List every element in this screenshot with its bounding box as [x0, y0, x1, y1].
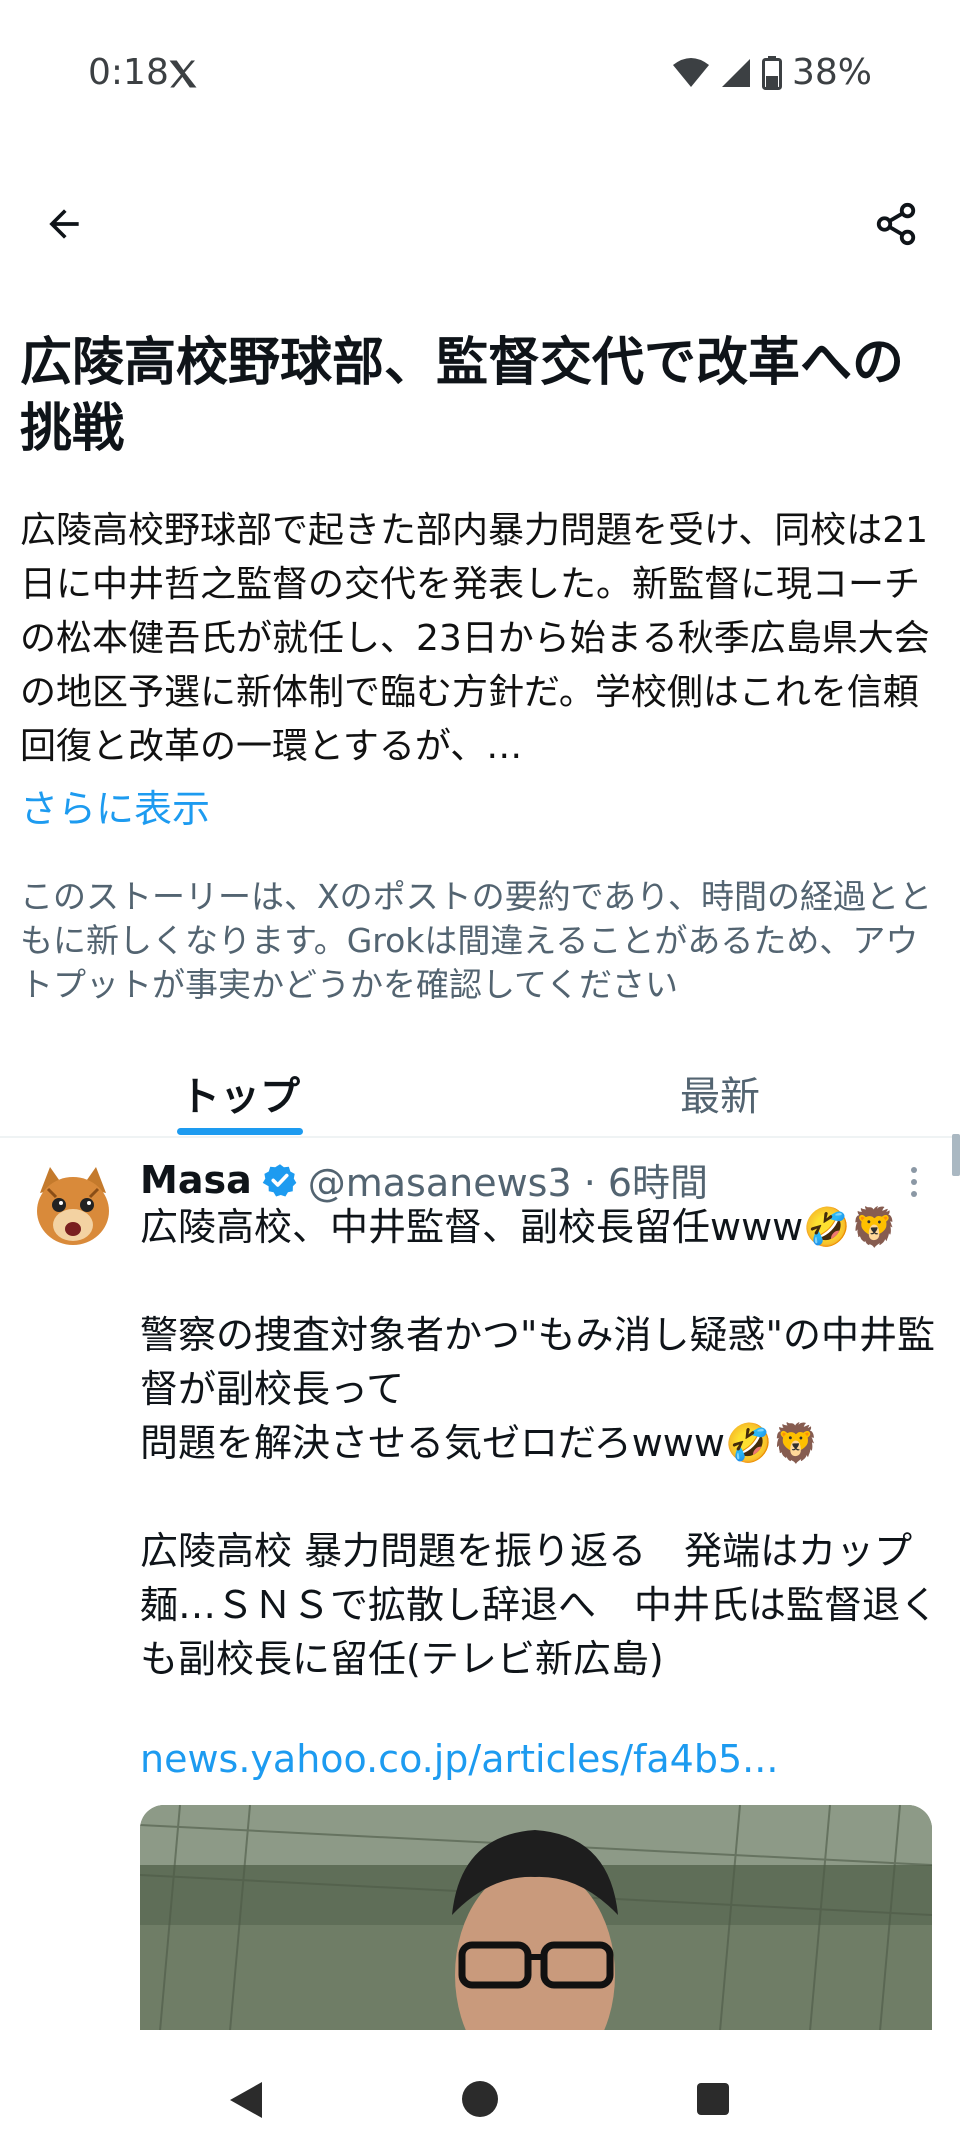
author-name[interactable]: Masa: [140, 1158, 252, 1202]
tab-top[interactable]: トップ: [180, 1064, 300, 1122]
wifi-icon: [672, 57, 709, 87]
tab-bar: トップ 最新: [0, 1040, 960, 1138]
arrow-left-icon: [49, 209, 79, 239]
post-media-image[interactable]: [140, 1805, 932, 2031]
story-summary: 広陵高校野球部で起きた部内暴力問題を受け、同校は21日に中井哲之監督の交代を発表…: [20, 504, 945, 774]
battery-icon: [761, 55, 782, 90]
post-text: 広陵高校、中井監督、副校長留任www🤣🦁 警察の捜査対象者かつ"もみ消し疑惑"の…: [140, 1205, 939, 1681]
user-avatar-cat-icon[interactable]: [28, 1163, 118, 1253]
share-button[interactable]: [868, 196, 924, 252]
active-tab-indicator: [177, 1128, 303, 1135]
author-handle-and-time[interactable]: @masanews3 · 6時間: [308, 1152, 708, 1207]
system-navigation-bar: [0, 2030, 960, 2142]
story-title: 広陵高校野球部、監督交代で改革への挑戦: [20, 333, 905, 459]
x-logo-icon: [169, 60, 197, 88]
status-time: 0:18: [88, 52, 169, 93]
show-more-link[interactable]: さらに表示: [20, 778, 210, 833]
tab-latest[interactable]: 最新: [680, 1064, 760, 1122]
grok-disclaimer: このストーリーは、Xのポストの要約であり、時間の経過とともに新しくなります。Gr…: [20, 877, 932, 1004]
story-summary-text: 広陵高校野球部で起きた部内暴力問題を受け、同校は21日に中井哲之監督の交代を発表…: [20, 510, 930, 767]
nav-back-icon[interactable]: [228, 2080, 264, 2120]
post-author-line: Masa @masanews3 · 6時間: [140, 1152, 708, 1207]
scrollbar-thumb[interactable]: [952, 1134, 960, 1176]
more-options-icon[interactable]: [902, 1162, 926, 1202]
nav-recents-icon[interactable]: [696, 2082, 730, 2116]
post-link[interactable]: news.yahoo.co.jp/articles/fa4b5...: [140, 1737, 778, 1781]
battery-percent: 38%: [791, 52, 872, 93]
status-icons: 38%: [672, 52, 872, 93]
nav-home-icon[interactable]: [461, 2080, 499, 2118]
cellular-signal-icon: [721, 58, 750, 87]
back-button[interactable]: [36, 196, 92, 252]
share-icon: [876, 202, 916, 246]
verified-badge-icon: [262, 1163, 297, 1196]
